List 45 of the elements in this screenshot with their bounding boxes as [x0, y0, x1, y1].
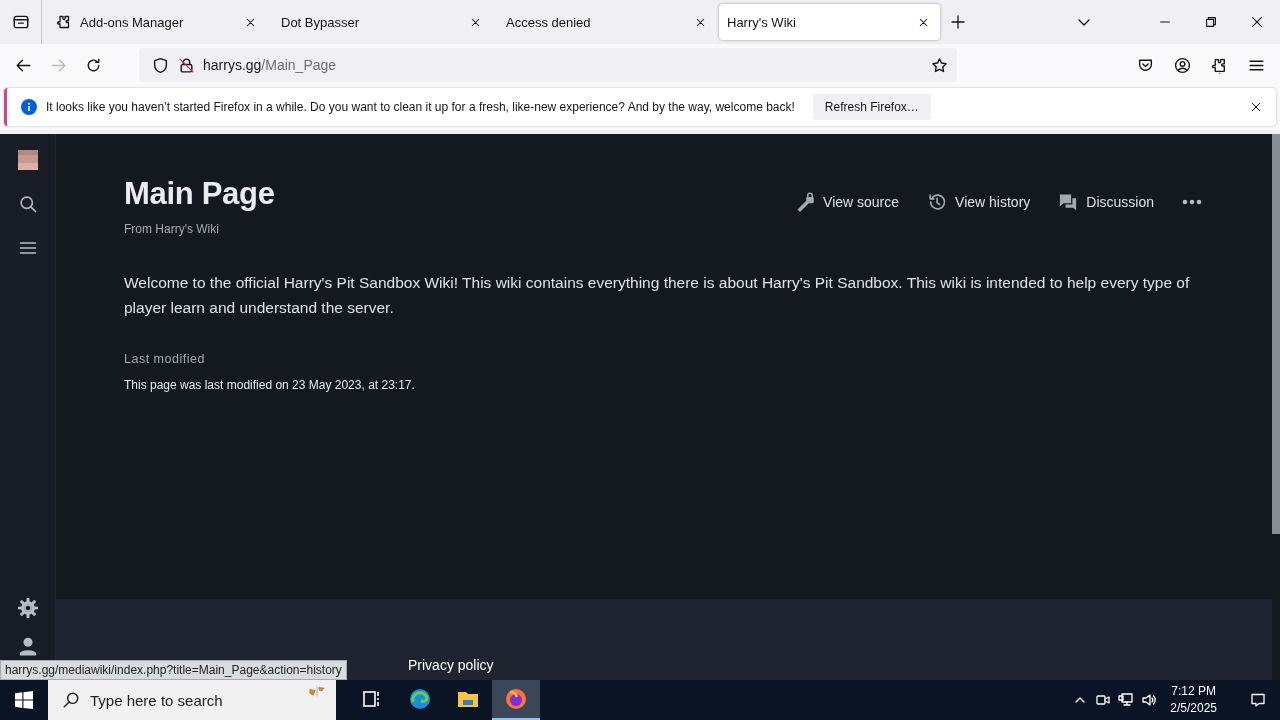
- search-field[interactable]: Type here to search: [48, 680, 336, 720]
- tab-title: Harry's Wiki: [727, 14, 797, 30]
- edge-icon: [408, 687, 432, 711]
- status-tooltip: harrys.gg/mediawiki/index.php?title=Main_Page&action=history: [0, 660, 347, 680]
- camera-icon[interactable]: [1095, 692, 1112, 708]
- browser-tab[interactable]: Dot Bypasser: [267, 4, 492, 40]
- discussion-tab[interactable]: Discussion: [1058, 192, 1154, 212]
- taskbar-app[interactable]: [492, 680, 540, 720]
- close-icon[interactable]: [1250, 101, 1262, 113]
- tab-title: Add-ons Manager: [80, 14, 185, 30]
- address-bar[interactable]: harrys.gg/Main_Page: [139, 48, 957, 82]
- intro-paragraph: Welcome to the official Harry's Pit Sandbox Wiki! This wiki contains everything there is about Harry's Pit Sandbox. This wiki is intended to help every type of player learn and understand the server.: [124, 273, 1191, 318]
- firefox-icon: [504, 687, 528, 711]
- chat-icon: [1058, 192, 1079, 212]
- clock[interactable]: 7:12 PM 2/5/2025: [1164, 683, 1229, 717]
- notification-message: It looks like you haven’t started Firefox in a while. Do you want to clean it up for a fresh, like-new experience? And by the way, welcome back!: [46, 100, 795, 114]
- page-title: Main Page: [124, 176, 275, 212]
- windows-icon: [15, 691, 33, 709]
- privacy-policy-link[interactable]: Privacy policy: [408, 657, 494, 673]
- avatar-icon[interactable]: [17, 150, 38, 170]
- url-text: harrys.gg/Main_Page: [202, 57, 338, 73]
- tab-list-icon[interactable]: [11, 13, 30, 31]
- search-icon: [62, 691, 80, 709]
- more-icon[interactable]: [1182, 199, 1202, 205]
- search-icon[interactable]: [17, 194, 38, 214]
- last-modified-text: This page was last modified on 23 May 2023, at 23:17.: [124, 378, 416, 392]
- browser-tab[interactable]: Add-ons Manager: [42, 4, 267, 40]
- pencil-lock-icon: [795, 192, 816, 212]
- tab-title: Dot Bypasser: [281, 14, 361, 30]
- scrollbar-thumb[interactable]: [1272, 134, 1280, 534]
- settings-icon[interactable]: [17, 598, 38, 618]
- network-icon[interactable]: [1118, 692, 1135, 708]
- source-tab[interactable]: View source: [795, 192, 900, 212]
- section-heading: Last modified: [124, 352, 206, 366]
- new-tab-icon[interactable]: [950, 14, 966, 30]
- user-icon[interactable]: [17, 636, 38, 656]
- volume-icon[interactable]: [1141, 692, 1158, 708]
- info-icon: [21, 99, 37, 115]
- tab-title: Access denied: [506, 14, 592, 30]
- browser-tab[interactable]: Access denied: [492, 4, 717, 40]
- page-subtitle: From Harry's Wiki: [124, 222, 220, 236]
- browser-tab[interactable]: Harry's Wiki: [719, 4, 940, 40]
- refresh-firefox-button[interactable]: Refresh Firefox…: [812, 94, 931, 120]
- history-icon: [927, 192, 948, 212]
- history-tab[interactable]: View history: [927, 192, 1031, 212]
